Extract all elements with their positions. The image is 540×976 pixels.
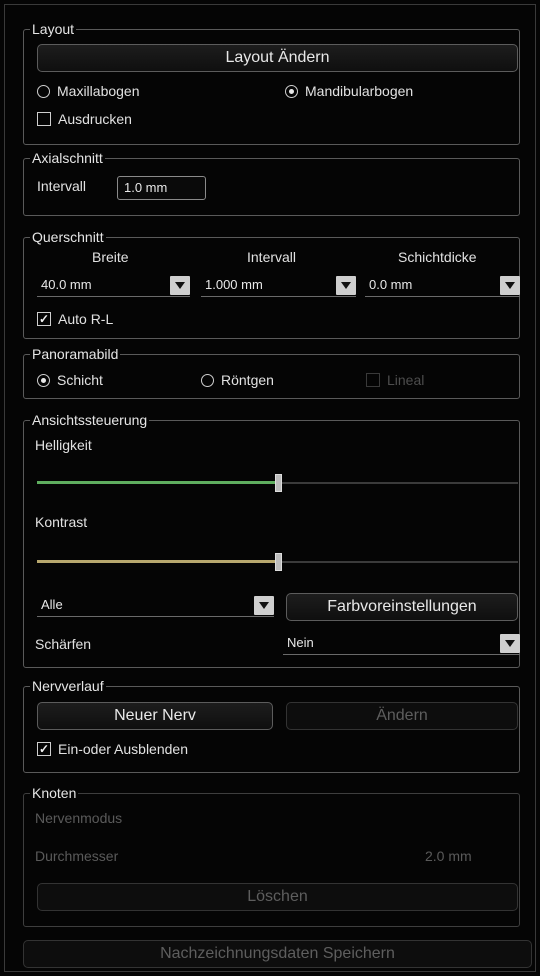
cross-interval-value: 1.000 mm bbox=[205, 277, 263, 292]
maxilla-radio[interactable]: Maxillabogen bbox=[37, 83, 140, 99]
print-checkbox-box bbox=[37, 112, 51, 126]
maxilla-radio-indicator bbox=[37, 84, 50, 98]
auto-rl-checkbox[interactable]: ✓ Auto R-L bbox=[37, 311, 113, 327]
nodes-group-title: Knoten bbox=[30, 785, 79, 801]
check-icon: ✓ bbox=[37, 312, 51, 326]
cross-thickness-value: 0.0 mm bbox=[369, 277, 413, 292]
filter-select[interactable]: Alle bbox=[37, 595, 274, 617]
chevron-down-icon bbox=[254, 596, 274, 615]
layout-group-title: Layout bbox=[30, 21, 77, 37]
axial-interval-label: Intervall bbox=[37, 178, 87, 194]
sharpen-select[interactable]: Nein bbox=[283, 633, 520, 655]
cross-section-group-title: Querschnitt bbox=[30, 229, 106, 245]
brightness-label: Helligkeit bbox=[35, 437, 92, 453]
brightness-slider[interactable] bbox=[37, 473, 518, 493]
contrast-thumb[interactable] bbox=[275, 553, 282, 571]
check-icon: ✓ bbox=[37, 742, 51, 756]
nerve-toggle-checkbox[interactable]: ✓ Ein-oder Ausblenden bbox=[37, 741, 188, 757]
contrast-slider[interactable] bbox=[37, 552, 518, 572]
panorama-xray-label: Röntgen bbox=[221, 372, 274, 388]
diameter-value: 2.0 mm bbox=[425, 848, 472, 864]
cross-thickness-header: Schichtdicke bbox=[398, 249, 477, 265]
new-nerve-button[interactable]: Neuer Nerv bbox=[37, 702, 273, 730]
ruler-checkbox-box bbox=[366, 373, 380, 387]
brightness-thumb[interactable] bbox=[275, 474, 282, 492]
chevron-down-icon bbox=[336, 276, 356, 295]
delete-button[interactable]: Löschen bbox=[37, 883, 518, 911]
chevron-down-icon bbox=[500, 276, 520, 295]
cross-thickness-select[interactable]: 0.0 mm bbox=[365, 275, 520, 297]
auto-rl-label: Auto R-L bbox=[58, 311, 114, 327]
ruler-checkbox[interactable]: Lineal bbox=[366, 372, 424, 388]
panorama-group-title: Panoramabild bbox=[30, 346, 121, 362]
brightness-fill bbox=[37, 481, 278, 484]
panorama-layer-radio[interactable]: Schicht bbox=[37, 372, 103, 388]
panorama-layer-label: Schicht bbox=[57, 372, 103, 388]
cross-width-header: Breite bbox=[92, 249, 129, 265]
filter-value: Alle bbox=[41, 597, 63, 612]
cross-width-select[interactable]: 40.0 mm bbox=[37, 275, 190, 297]
sharpen-label: Schärfen bbox=[35, 636, 92, 652]
cross-interval-header: Intervall bbox=[247, 249, 297, 265]
mandibula-radio-label: Mandibularbogen bbox=[305, 83, 414, 99]
axial-group-title: Axialschnitt bbox=[30, 150, 105, 166]
view-control-group-title: Ansichtssteuerung bbox=[30, 412, 150, 428]
view-control-group: Ansichtssteuerung bbox=[23, 412, 520, 668]
print-checkbox[interactable]: Ausdrucken bbox=[37, 111, 132, 127]
nerve-group-title: Nervverlauf bbox=[30, 678, 106, 694]
axial-interval-input[interactable]: 1.0 mm bbox=[117, 176, 206, 200]
chevron-down-icon bbox=[170, 276, 190, 295]
panorama-xray-indicator bbox=[201, 373, 214, 387]
mandibula-radio[interactable]: Mandibularbogen bbox=[285, 83, 413, 99]
panorama-layer-indicator bbox=[37, 373, 50, 387]
color-presets-button[interactable]: Farbvoreinstellungen bbox=[286, 593, 518, 621]
mandibula-radio-indicator bbox=[285, 84, 298, 98]
print-checkbox-label: Ausdrucken bbox=[58, 111, 132, 127]
axial-group: Axialschnitt bbox=[23, 150, 520, 216]
diameter-label: Durchmesser bbox=[35, 848, 119, 864]
layout-change-button[interactable]: Layout Ändern bbox=[37, 44, 518, 72]
cross-interval-select[interactable]: 1.000 mm bbox=[201, 275, 356, 297]
nerve-change-button[interactable]: Ändern bbox=[286, 702, 518, 730]
maxilla-radio-label: Maxillabogen bbox=[57, 83, 140, 99]
contrast-label: Kontrast bbox=[35, 514, 88, 530]
nerve-mode-label: Nervenmodus bbox=[35, 810, 123, 826]
contrast-fill bbox=[37, 560, 278, 563]
chevron-down-icon bbox=[500, 634, 520, 653]
sharpen-value: Nein bbox=[287, 635, 314, 650]
panorama-xray-radio[interactable]: Röntgen bbox=[201, 372, 274, 388]
nerve-toggle-label: Ein-oder Ausblenden bbox=[58, 741, 188, 757]
ruler-label: Lineal bbox=[387, 372, 425, 388]
save-trace-data-button[interactable]: Nachzeichnungsdaten Speichern bbox=[23, 940, 532, 968]
cross-width-value: 40.0 mm bbox=[41, 277, 92, 292]
